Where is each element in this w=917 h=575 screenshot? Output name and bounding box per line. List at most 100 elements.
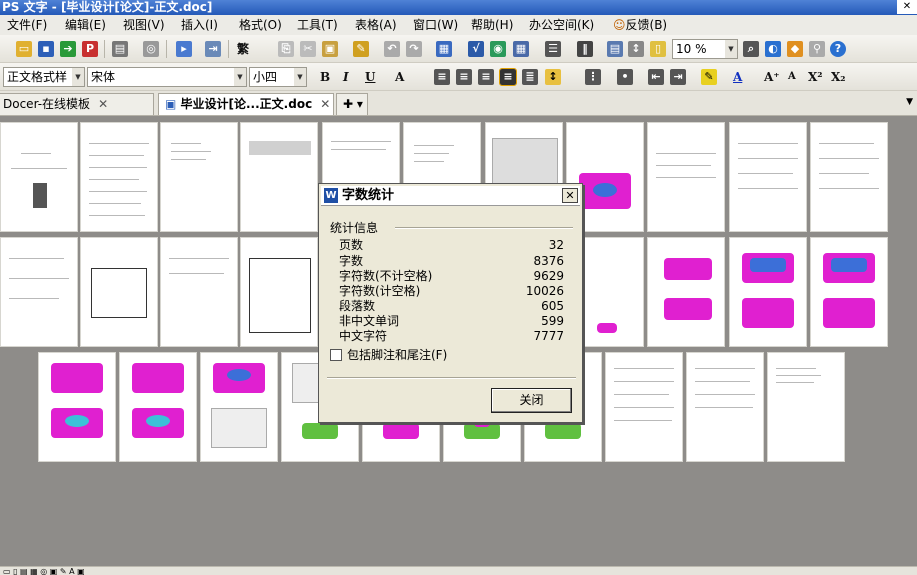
close-window-icon[interactable]: ✕ — [897, 0, 917, 14]
page-thumbnail[interactable] — [767, 352, 845, 462]
grow-font-button[interactable]: A⁺ — [764, 69, 780, 85]
tab-docer-templates[interactable]: Docer-在线模板 ✕ — [0, 93, 154, 115]
columns-icon[interactable]: ☰ — [545, 41, 561, 57]
close-icon[interactable]: ✕ — [320, 97, 330, 111]
traditional-chinese-button[interactable]: 繁 — [237, 41, 249, 57]
paste-icon[interactable]: ▣ — [322, 41, 338, 57]
chart-icon[interactable]: ‖ — [577, 41, 593, 57]
open-icon[interactable]: ▭ — [16, 41, 32, 57]
increase-indent-icon[interactable]: ⇥ — [670, 69, 686, 85]
page-thumbnail[interactable] — [0, 237, 78, 347]
menu-office-space[interactable]: 办公空间(K) — [529, 17, 594, 33]
font-size-select[interactable]: 小四 ▼ — [249, 67, 307, 87]
page-thumbnail[interactable] — [810, 237, 888, 347]
page-thumbnail[interactable] — [240, 237, 318, 347]
align-left-icon[interactable]: ≡ — [434, 69, 450, 85]
save-icon[interactable]: ▪ — [38, 41, 54, 57]
menu-insert[interactable]: 插入(I) — [181, 17, 218, 33]
close-icon[interactable]: ✕ — [98, 97, 108, 111]
format-painter-icon[interactable]: ✎ — [353, 41, 369, 57]
underline-button[interactable]: U — [365, 69, 375, 85]
page-thumbnail[interactable] — [729, 237, 807, 347]
document-map-icon[interactable]: ▤ — [607, 41, 623, 57]
page-thumbnail[interactable] — [647, 122, 725, 232]
distributed-icon[interactable]: ≣ — [522, 69, 538, 85]
backup-icon[interactable]: ◐ — [765, 41, 781, 57]
skin-icon[interactable]: ⚲ — [809, 41, 825, 57]
justify-icon[interactable]: ≡ — [499, 68, 517, 86]
align-center-icon[interactable]: ≡ — [456, 69, 472, 85]
new-tab-button[interactable]: ✚ ▾ — [336, 93, 368, 115]
menu-help[interactable]: 帮助(H) — [471, 17, 513, 33]
copy-icon[interactable]: ⎘ — [278, 41, 294, 57]
font-color-button[interactable]: A — [733, 69, 742, 85]
menu-format[interactable]: 格式(O) — [239, 17, 282, 33]
menu-view[interactable]: 视图(V) — [123, 17, 165, 33]
italic-button[interactable]: I — [343, 69, 349, 85]
insert-icon[interactable]: ▸ — [176, 41, 192, 57]
page-thumbnail[interactable] — [0, 122, 78, 232]
page-thumbnail[interactable] — [200, 352, 278, 462]
menu-window[interactable]: 窗口(W) — [413, 17, 458, 33]
page-thumbnail[interactable] — [80, 237, 158, 347]
pdf-icon[interactable]: P — [82, 41, 98, 57]
tab-thesis-doc[interactable]: ▣ 毕业设计[论...正文.doc ✕ — [158, 93, 334, 115]
template-icon[interactable]: ◆ — [787, 41, 803, 57]
zoom-select[interactable]: 10 % ▼ — [672, 39, 738, 59]
shrink-font-button[interactable]: A — [788, 69, 796, 85]
include-footnotes-checkbox[interactable]: 包括脚注和尾注(F) — [330, 348, 447, 363]
checkbox-box[interactable] — [330, 349, 342, 361]
page-thumbnail[interactable] — [160, 237, 238, 347]
page-thumbnail[interactable] — [80, 122, 158, 232]
bullets-icon[interactable]: • — [617, 69, 633, 85]
stat-value: 9629 — [533, 269, 564, 283]
page-thumbnail[interactable] — [729, 122, 807, 232]
stat-value: 10026 — [525, 284, 564, 298]
tabs-dropdown-icon[interactable]: ▼ — [906, 97, 913, 107]
menu-edit[interactable]: 编辑(E) — [65, 17, 106, 33]
menu-table[interactable]: 表格(A) — [355, 17, 397, 33]
dialog-titlebar: W 字数统计 ✕ — [321, 186, 580, 206]
page-thumbnail[interactable] — [240, 122, 318, 232]
close-button[interactable]: 关闭 — [491, 388, 572, 413]
page-thumbnail[interactable] — [605, 352, 683, 462]
word-count-dialog: W 字数统计 ✕ 统计信息 页数 32 字数 8376 字符数(不计空格) 96… — [318, 183, 583, 423]
undo-icon[interactable]: ↶ — [384, 41, 400, 57]
page-thumbnail[interactable] — [38, 352, 116, 462]
superscript-button[interactable]: X² — [808, 69, 823, 85]
export-icon[interactable]: ➔ — [60, 41, 76, 57]
help-icon[interactable]: ? — [830, 41, 846, 57]
hyperlink-icon[interactable]: ◉ — [490, 41, 506, 57]
page-break-icon[interactable]: ⇥ — [205, 41, 221, 57]
align-right-icon[interactable]: ≡ — [478, 69, 494, 85]
bold-button[interactable]: B — [320, 69, 330, 85]
formula-icon[interactable]: √ — [468, 41, 484, 57]
page-view-icon[interactable]: ▯ — [650, 41, 666, 57]
font-color-style-button[interactable]: A — [395, 69, 404, 85]
table-icon[interactable]: ▦ — [436, 41, 452, 57]
redo-icon[interactable]: ↷ — [406, 41, 422, 57]
menu-feedback[interactable]: ☺反馈(B) — [613, 17, 667, 33]
page-thumbnail[interactable] — [647, 237, 725, 347]
page-thumbnail[interactable] — [686, 352, 764, 462]
decrease-indent-icon[interactable]: ⇤ — [648, 69, 664, 85]
highlight-icon[interactable]: ✎ — [701, 69, 717, 85]
print-icon[interactable]: ▤ — [112, 41, 128, 57]
toolbar-separator — [228, 40, 229, 58]
style-select[interactable]: 正文格式样 ▼ — [3, 67, 85, 87]
subscript-button[interactable]: X₂ — [831, 69, 846, 85]
page-thumbnail[interactable] — [119, 352, 197, 462]
arrows-icon[interactable]: ↕ — [628, 41, 644, 57]
cut-icon[interactable]: ✂ — [300, 41, 316, 57]
menu-tools[interactable]: 工具(T) — [297, 17, 338, 33]
close-icon[interactable]: ✕ — [562, 188, 578, 203]
page-thumbnail[interactable] — [160, 122, 238, 232]
line-spacing-icon[interactable]: ↕ — [545, 69, 561, 85]
numbering-icon[interactable]: ⋮ — [585, 69, 601, 85]
page-thumbnail[interactable] — [810, 122, 888, 232]
print-preview-icon[interactable]: ◎ — [143, 41, 159, 57]
font-select[interactable]: 宋体 ▼ — [87, 67, 247, 87]
grid-icon[interactable]: ▦ — [513, 41, 529, 57]
menu-file[interactable]: 文件(F) — [7, 17, 47, 33]
find-icon[interactable]: ⌕ — [743, 41, 759, 57]
